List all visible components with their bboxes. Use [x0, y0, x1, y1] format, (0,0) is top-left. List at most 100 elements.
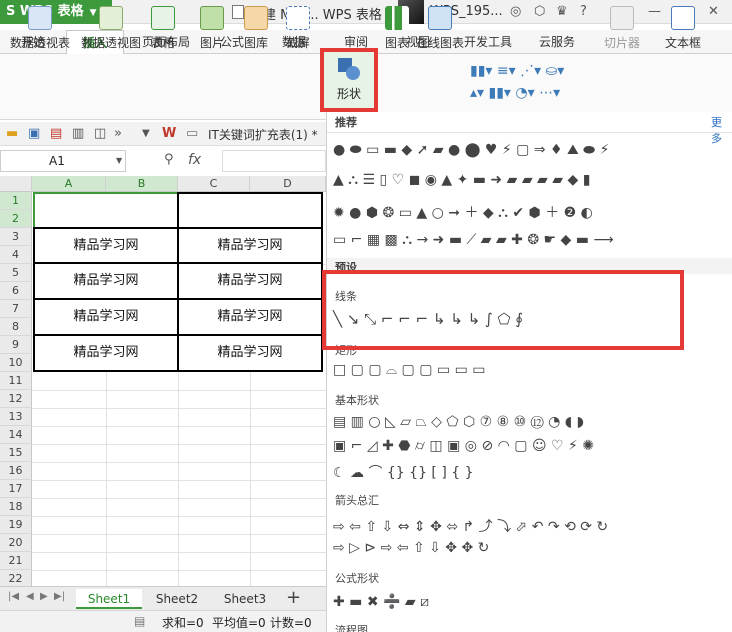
table-button[interactable]: 表格	[148, 6, 178, 60]
pivot-chart-button[interactable]: 数据透视图	[78, 6, 144, 60]
arrow-shapes-row-1[interactable]: ⇨ ⇦ ⇧ ⇩ ⇔ ⇕ ✥ ⬄ ↱ ⤴ ⤵ ⬀ ↶ ↷ ⟲ ⟳ ↻	[333, 516, 608, 536]
badge-icon[interactable]: ◎	[510, 4, 521, 19]
row-header[interactable]: 16	[0, 462, 32, 480]
row-header[interactable]: 6	[0, 282, 32, 300]
row-header[interactable]: 3	[0, 228, 32, 246]
search-icon[interactable]: ⚲	[164, 152, 174, 167]
wps-doc-icon: W	[162, 126, 177, 141]
table-cell[interactable]: 精品学习网	[177, 262, 323, 300]
add-sheet-icon[interactable]: +	[286, 587, 301, 608]
pdf-icon[interactable]: ▤	[50, 126, 62, 141]
rect-shapes-row[interactable]: □ ▢ ▢ ⌓ ▢ ▢ ▭ ▭ ▭	[333, 362, 486, 378]
scissors-icon	[286, 6, 310, 30]
nav-next-icon[interactable]: ▶	[40, 591, 48, 602]
formula-input[interactable]	[222, 150, 326, 172]
skin-icon[interactable]: ♛	[556, 4, 568, 19]
help-icon[interactable]: ?	[580, 4, 587, 19]
lines-highlight-box	[322, 270, 684, 350]
screenshot-button[interactable]: 截屏	[280, 6, 316, 60]
table-cell[interactable]: 精品学习网	[33, 334, 179, 372]
table-cell[interactable]: 精品学习网	[33, 262, 179, 300]
more-icon[interactable]: »	[114, 126, 122, 141]
table-cell[interactable]: 精品学习网	[177, 298, 323, 336]
pivot-chart-icon	[99, 6, 123, 30]
row-header[interactable]: 2	[0, 210, 32, 228]
save-icon[interactable]: ▣	[28, 126, 40, 141]
selected-cell-a1[interactable]	[33, 192, 179, 229]
basic-shapes-row-1[interactable]: ▤ ▥ ○ ◺ ▱ ⏢ ◇ ⬠ ⬡ ⑦ ⑧ ⑩ ⑫ ◔ ◖ ◗	[333, 414, 584, 430]
select-all-corner[interactable]	[0, 176, 32, 192]
basic-shapes-row-3[interactable]: ☾ ☁ ⌒ {} {} [ ] { }	[333, 462, 474, 482]
row-header[interactable]: 14	[0, 426, 32, 444]
fx-button[interactable]: fx	[188, 152, 201, 168]
table-cell[interactable]: 精品学习网	[33, 298, 179, 336]
online-chart-button[interactable]: 在线图表	[414, 6, 466, 60]
column-header-a[interactable]: A	[32, 176, 106, 192]
chart-type-gallery[interactable]: ▮▮▾ ≡▾ ⋰▾ ⛀▾ ▴▾ ▮▮▾ ◔▾ ⋯▾	[470, 60, 590, 106]
arrow-shapes-row-2[interactable]: ⇨ ▷ ⊳ ⇨ ⇦ ⇧ ⇩ ✥ ✥ ↻	[333, 540, 489, 556]
recommended-shapes-row-4[interactable]: ▭ ⌐ ▦ ▩ ⛬ → ➜ ▬ ⟋ ▰ ▰ ✚ ❂ ☛ ◆ ▬ ⟶	[333, 232, 614, 248]
nav-prev-icon[interactable]: ◀	[26, 591, 34, 602]
sheet-tab-1[interactable]: Sheet1	[76, 589, 142, 609]
row-header[interactable]: 11	[0, 372, 32, 390]
status-average: 平均值=0	[212, 616, 266, 630]
column-header-c[interactable]: C	[178, 176, 250, 192]
row-header[interactable]: 20	[0, 534, 32, 552]
row-header[interactable]: 1	[0, 192, 32, 210]
online-chart-icon	[428, 6, 452, 30]
row-header[interactable]: 9	[0, 336, 32, 354]
row-header[interactable]: 7	[0, 300, 32, 318]
print-icon[interactable]: ▥	[72, 126, 84, 141]
nav-last-icon[interactable]: ▶|	[54, 591, 65, 602]
table-cell[interactable]: 精品学习网	[177, 334, 323, 372]
name-box[interactable]: A1	[0, 150, 126, 172]
picture-button[interactable]: 图片	[194, 6, 230, 60]
table-cell[interactable]	[177, 192, 323, 229]
nav-first-icon[interactable]: |◀	[8, 591, 19, 602]
chevron-down-icon[interactable]: ▼	[116, 156, 122, 165]
row-header[interactable]: 10	[0, 354, 32, 372]
picture-icon	[200, 6, 224, 30]
recommended-shapes-row-1[interactable]: ● ⬬ ▭ ▬ ◆ ➚ ▰ ● ⬤ ♥ ⚡ ▢ ⇒ ♦ ⛰ ⬬ ⚡	[333, 142, 609, 158]
recommend-title: 推荐	[335, 116, 357, 129]
chevron-down-icon[interactable]: ▼	[142, 128, 150, 139]
quick-access-toolbar: ▬ ▣ ▤ ▥ ◫ » ▼ W ▭ IT关键词扩充表(1) *	[0, 122, 326, 146]
row-header[interactable]: 13	[0, 408, 32, 426]
status-count: 计数=0	[270, 616, 312, 630]
formula-shapes-row[interactable]: ✚ ▬ ✖ ➗ ▰ ⧄	[333, 594, 429, 610]
table-icon	[151, 6, 175, 30]
row-header[interactable]: 4	[0, 246, 32, 264]
table-cell[interactable]: 精品学习网	[177, 227, 323, 264]
column-header-d[interactable]: D	[250, 176, 326, 192]
row-header[interactable]: 12	[0, 390, 32, 408]
tab-cloud[interactable]: 云服务	[532, 30, 582, 54]
row-header[interactable]: 21	[0, 552, 32, 570]
row-header[interactable]: 19	[0, 516, 32, 534]
recommended-shapes-row-2[interactable]: ▲ ⛬ ☰ ▯ ♡ ◼ ◉ ▲ ✦ ▬ ➜ ▰ ▰ ▰ ▰ ◆ ▮	[333, 172, 590, 188]
chart-icon	[385, 6, 409, 30]
column-header-b[interactable]: B	[106, 176, 178, 192]
sheet-tab-2[interactable]: Sheet2	[144, 589, 210, 609]
slicer-button: 切片器	[602, 6, 642, 60]
chart-button[interactable]: 图表	[382, 6, 412, 60]
textbox-button[interactable]: 文本框	[660, 6, 706, 60]
gallery-button[interactable]: 图库	[238, 6, 274, 60]
file-tab-title[interactable]: IT关键词扩充表(1) *	[208, 126, 318, 143]
shield-icon[interactable]: ⬡	[534, 4, 545, 19]
basic-shapes-row-2[interactable]: ▣ ⌐ ◿ ✚ ⬣ ⌭ ◫ ▣ ◎ ⊘ ◠ ▢ ☺ ♡ ⚡ ✺	[333, 438, 594, 454]
pivot-table-button[interactable]: 数据透视表	[8, 6, 72, 60]
row-header[interactable]: 15	[0, 444, 32, 462]
sheet-tab-3[interactable]: Sheet3	[212, 589, 278, 609]
folder-icon[interactable]: ▬	[6, 126, 18, 141]
shape-button[interactable]: 形状	[320, 48, 378, 112]
row-header[interactable]: 17	[0, 480, 32, 498]
row-header[interactable]: 5	[0, 264, 32, 282]
row-header[interactable]: 18	[0, 498, 32, 516]
preview-icon[interactable]: ◫	[94, 126, 106, 141]
close-icon[interactable]: ✕	[708, 4, 719, 19]
row-header[interactable]: 8	[0, 318, 32, 336]
spreadsheet-grid[interactable]: A B C D 1 2 3 4 5 6 7 8 9 10 11 12 13 14…	[0, 176, 326, 588]
recommended-shapes-row-3[interactable]: ✹ ● ⬢ ❂ ▭ ▲ ○ ➞ ＋ ◆ ⛬ ✔ ⬢ ＋ ❷ ◐	[333, 202, 593, 222]
table-cell[interactable]: 精品学习网	[33, 227, 179, 264]
more-link[interactable]: 更多	[711, 114, 732, 146]
